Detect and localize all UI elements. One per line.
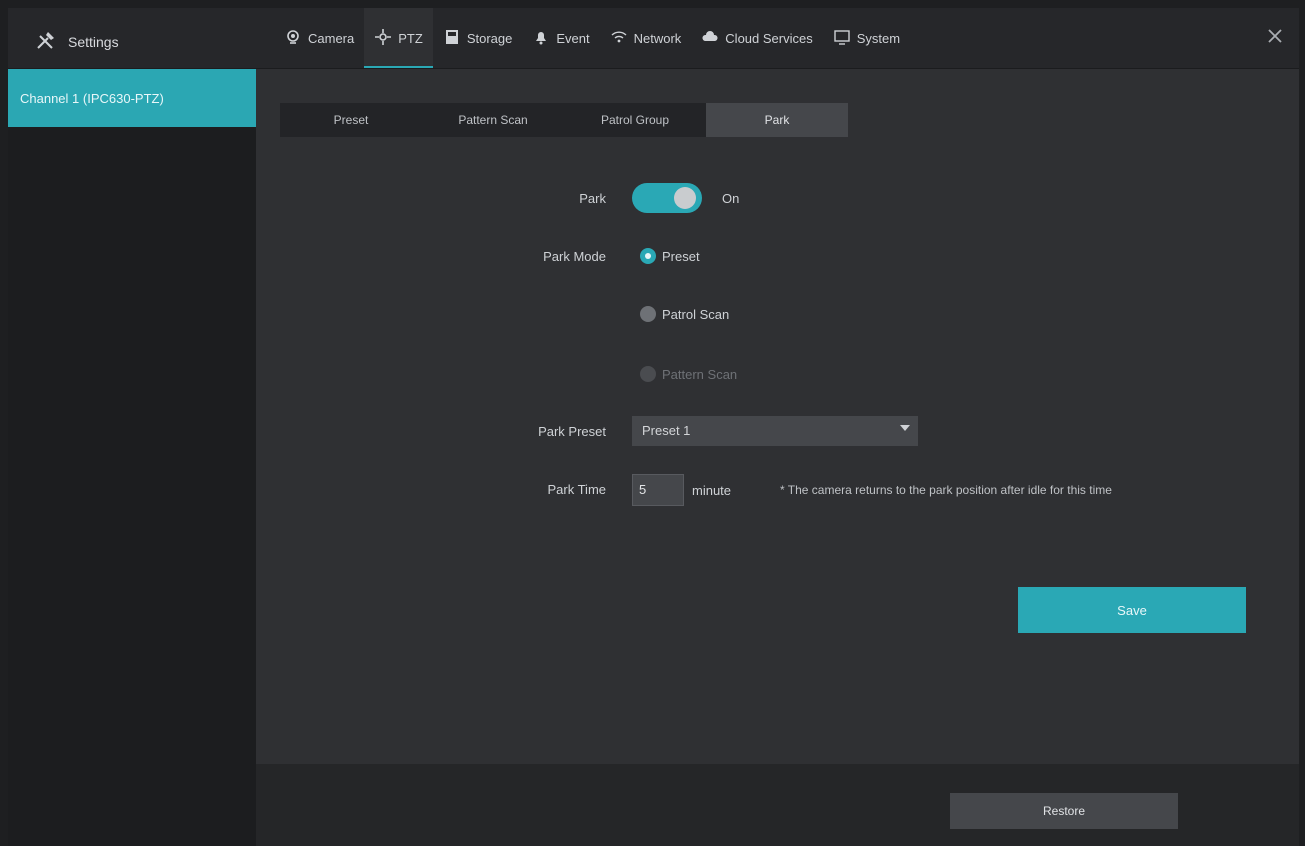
park-time-unit: minute <box>692 483 732 498</box>
park-preset-value: Preset 1 <box>642 423 691 438</box>
top-bar: Settings Camera PTZ Storage Event Networ… <box>8 8 1299 69</box>
tab-pattern-scan[interactable]: Pattern Scan <box>422 103 564 137</box>
park-time-label: Park Time <box>547 482 606 497</box>
park-row: Park On <box>256 183 1299 213</box>
park-state: On <box>722 191 740 206</box>
park-mode-option-preset[interactable]: Preset <box>640 248 700 264</box>
nav-ptz-label: PTZ <box>398 30 423 46</box>
nav-network[interactable]: Network <box>600 8 692 68</box>
nav-cloud-services[interactable]: Cloud Services <box>691 8 822 68</box>
cloud-icon <box>701 28 719 49</box>
park-time-value: 5 <box>639 482 647 497</box>
park-mode-row-2: Patrol Scan <box>256 299 1299 329</box>
nav-storage[interactable]: Storage <box>433 8 523 68</box>
nav-network-label: Network <box>633 30 682 46</box>
save-button[interactable]: Save <box>1018 587 1246 633</box>
tab-patrol-group[interactable]: Patrol Group <box>564 103 706 137</box>
brand: Settings <box>34 28 119 55</box>
chevron-down-icon <box>900 425 910 431</box>
nav-event-label: Event <box>556 30 590 46</box>
settings-tools-icon <box>34 28 58 55</box>
sidebar: Channel 1 (IPC630-PTZ) <box>8 69 257 846</box>
bell-icon <box>532 28 550 49</box>
park-time-input[interactable]: 5 <box>632 474 684 506</box>
park-mode-row: Park Mode Preset <box>256 241 1299 271</box>
park-preset-label: Park Preset <box>538 424 606 439</box>
nav-event[interactable]: Event <box>522 8 599 68</box>
sidebar-item-label: Channel 1 (IPC630-PTZ) <box>20 90 164 106</box>
tab-pattern-scan-label: Pattern Scan <box>458 113 528 127</box>
main-nav: Camera PTZ Storage Event Network Cloud S… <box>274 8 910 68</box>
option-pattern-scan-label: Pattern Scan <box>662 366 738 382</box>
park-toggle[interactable] <box>632 183 702 213</box>
park-time-hint: * The camera returns to the park positio… <box>780 483 1112 497</box>
sidebar-item-channel-1[interactable]: Channel 1 (IPC630-PTZ) <box>8 69 256 127</box>
network-icon <box>610 28 628 49</box>
nav-system[interactable]: System <box>823 8 910 68</box>
option-patrol-scan-label: Patrol Scan <box>662 306 730 322</box>
park-mode-option-patrol-scan[interactable]: Patrol Scan <box>640 306 729 322</box>
nav-camera-label: Camera <box>308 30 355 46</box>
brand-label: Settings <box>68 33 119 50</box>
toggle-knob <box>674 187 696 209</box>
tab-preset-label: Preset <box>333 113 369 127</box>
radio-checked-icon <box>640 248 656 264</box>
radio-disabled-icon <box>640 366 656 382</box>
park-mode-label: Park Mode <box>543 249 606 264</box>
system-icon <box>833 28 851 49</box>
park-mode-row-3: Pattern Scan <box>256 359 1299 389</box>
footer: Restore <box>256 764 1299 846</box>
ptz-tabs: Preset Pattern Scan Patrol Group Park <box>280 103 848 137</box>
ptz-icon <box>374 28 392 49</box>
restore-button-label: Restore <box>1042 804 1086 818</box>
option-preset-label: Preset <box>662 248 700 264</box>
nav-ptz[interactable]: PTZ <box>364 8 433 68</box>
storage-icon <box>443 28 461 49</box>
camera-icon <box>284 28 302 49</box>
nav-system-label: System <box>856 30 901 46</box>
tab-preset[interactable]: Preset <box>280 103 422 137</box>
tab-park-label: Park <box>764 113 790 127</box>
close-button[interactable] <box>1261 23 1289 51</box>
radio-icon <box>640 306 656 322</box>
park-preset-select[interactable]: Preset 1 <box>632 416 918 446</box>
park-preset-row: Park Preset Preset 1 <box>256 416 1299 446</box>
restore-button[interactable]: Restore <box>950 793 1178 829</box>
nav-cloud-label: Cloud Services <box>725 30 813 46</box>
park-label: Park <box>579 191 606 206</box>
park-mode-option-pattern-scan: Pattern Scan <box>640 366 737 382</box>
nav-camera[interactable]: Camera <box>274 8 364 68</box>
close-icon <box>1266 27 1284 48</box>
park-time-row: Park Time 5 minute * The camera returns … <box>256 474 1299 506</box>
nav-storage-label: Storage <box>466 30 513 46</box>
tab-patrol-group-label: Patrol Group <box>600 113 670 127</box>
main-panel: Preset Pattern Scan Patrol Group Park Pa… <box>256 69 1299 764</box>
tab-park[interactable]: Park <box>706 103 848 137</box>
